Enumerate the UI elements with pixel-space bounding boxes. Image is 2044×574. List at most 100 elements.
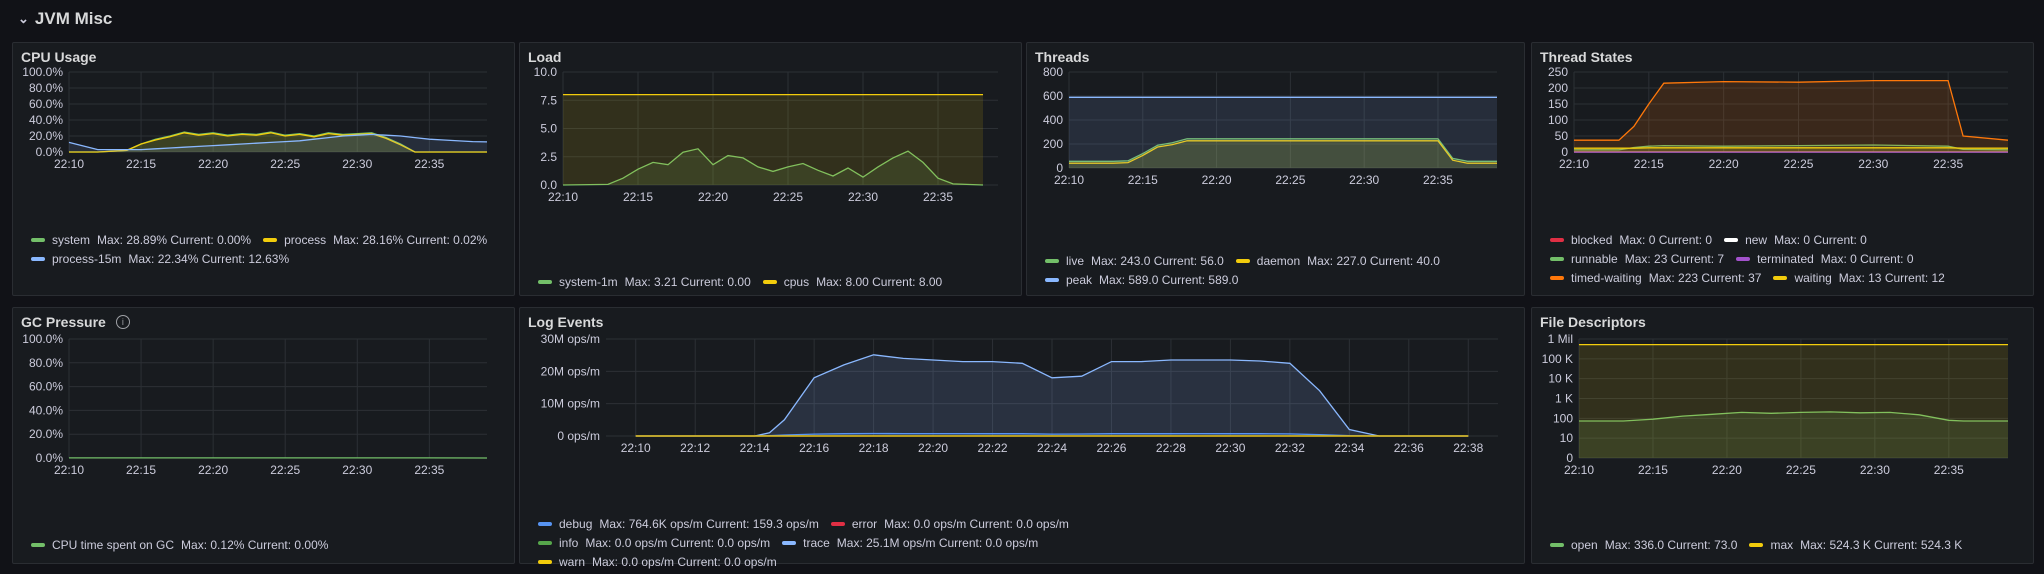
panel-thread-states[interactable]: Thread States 0 50 100 150 200 250 22:10 22:15 2…: [1531, 42, 2034, 296]
legend-name: trace: [803, 536, 830, 550]
legend-swatch: [830, 522, 845, 526]
panel-file-descriptors[interactable]: File Descriptors 0 10 100 1 K 10 K 100 K1 Mil…: [1531, 307, 2034, 564]
x-tick-label: 22:10: [621, 441, 651, 455]
x-tick-label: 22:15: [1634, 157, 1664, 171]
legend-name: daemon: [1256, 254, 1301, 268]
x-tick-label: 22:20: [698, 190, 728, 204]
legend-swatch: [31, 238, 45, 242]
x-tick-label: 22:20: [1202, 173, 1232, 187]
legend-swatch: [31, 257, 45, 261]
x-tick-label: 22:35: [1933, 157, 1963, 171]
legend-item-trace[interactable]: trace Max: 25.1M ops/m Current: 0.0 ops/m: [782, 536, 1038, 550]
y-tick-label: 20.0%: [29, 427, 63, 441]
legend-stats: Max: 0 Current: 0: [1774, 233, 1867, 247]
legend-name: timed-waiting: [1571, 271, 1642, 285]
legend-item-terminated[interactable]: terminated Max: 0 Current: 0: [1736, 252, 1914, 266]
x-tick-label: 22:25: [270, 157, 300, 171]
y-tick-label: 7.5: [540, 93, 557, 107]
x-tick-label: 22:16: [799, 441, 829, 455]
x-tick-label: 22:22: [978, 441, 1008, 455]
y-tick-label: 1 Mil: [1548, 332, 1573, 346]
x-tick-label: 22:30: [1858, 157, 1888, 171]
x-tick-label: 22:20: [198, 463, 228, 477]
legend: system-1m Max: 3.21 Current: 0.00 cpus Max:…: [538, 275, 1018, 289]
y-tick-label: 250: [1548, 65, 1568, 79]
panel-log-events[interactable]: Log Events 0 ops/m 10M ops/m 20M ops/m 30M …: [519, 307, 1525, 569]
legend-name: process: [284, 233, 327, 247]
legend-stats: Max: 227.0 Current: 40.0: [1307, 254, 1440, 268]
legend-item-blocked[interactable]: blocked Max: 0 Current: 0: [1550, 233, 1712, 247]
x-tick-label: 22:30: [1215, 441, 1245, 455]
legend-name: info: [559, 536, 579, 550]
chevron-down-icon[interactable]: ⌄: [18, 11, 29, 27]
legend-stats: Max: 223 Current: 37: [1648, 271, 1762, 285]
legend: blocked Max: 0 Current: 0 new Max: 0 Curren…: [1550, 233, 2030, 285]
legend-item-daemon[interactable]: daemon Max: 227.0 Current: 40.0: [1235, 254, 1440, 268]
legend-stats: Max: 28.16% Current: 0.02%: [333, 233, 488, 247]
legend-swatch: [538, 280, 552, 284]
y-tick-label: 20M ops/m: [541, 364, 600, 378]
legend-item-waiting[interactable]: waiting Max: 13 Current: 12: [1773, 271, 1945, 285]
legend-item-system[interactable]: system Max: 28.89% Current: 0.00%: [31, 233, 251, 247]
legend-item-live[interactable]: live Max: 243.0 Current: 56.0: [1045, 254, 1224, 268]
legend-stats: Max: 0 Current: 0: [1820, 252, 1914, 266]
y-tick-label: 80.0%: [29, 356, 63, 370]
legend-item-new[interactable]: new Max: 0 Current: 0: [1724, 233, 1867, 247]
x-tick-label: 22:26: [1096, 441, 1126, 455]
panel-cpu-usage[interactable]: CPU Usage 0.0% 20.0% 40.0% 60.0% 80.0% 100.0%…: [12, 42, 515, 296]
x-tick-label: 22:36: [1394, 441, 1424, 455]
legend-item-open[interactable]: open Max: 336.0 Current: 73.0: [1550, 538, 1737, 552]
legend-stats: Max: 336.0 Current: 73.0: [1604, 538, 1738, 552]
legend-item-peak[interactable]: peak Max: 589.0 Current: 589.0: [1045, 273, 1238, 287]
legend-item-warn[interactable]: warn Max: 0.0 ops/m Current: 0.0 ops/m: [538, 555, 777, 569]
panel-load[interactable]: Load 0.0 2.5 5.0 7.5 10.0 22:10 22:15 22:20 22:2…: [519, 42, 1022, 296]
row-header-jvm-misc[interactable]: ⌄ JVM Misc: [18, 6, 112, 32]
legend-swatch: [1736, 257, 1751, 261]
legend-name: CPU time spent on GC: [52, 538, 175, 552]
x-tick-label: 22:15: [126, 463, 156, 477]
legend: debug Max: 764.6K ops/m Current: 159.3 op…: [538, 517, 1258, 569]
legend-item-process[interactable]: process Max: 28.16% Current: 0.02%: [263, 233, 487, 247]
legend-item-error[interactable]: error Max: 0.0 ops/m Current: 0.0 ops/m: [830, 517, 1069, 531]
x-tick-label: 22:15: [1638, 463, 1668, 477]
row-title: JVM Misc: [34, 9, 113, 28]
y-tick-label: 200: [1548, 81, 1568, 95]
legend-item-system-1m[interactable]: system-1m Max: 3.21 Current: 0.00: [538, 275, 751, 289]
x-tick-label: 22:35: [414, 157, 444, 171]
legend-name: cpus: [783, 275, 810, 289]
panel-threads[interactable]: Threads 0 200 400 600 800 22:10 22:15 22:20 22:2…: [1026, 42, 1525, 296]
legend-item-info[interactable]: info Max: 0.0 ops/m Current: 0.0 ops/m: [538, 536, 770, 550]
x-tick-label: 22:14: [740, 441, 770, 455]
legend-item-cpu-time-spent-on-gc[interactable]: CPU time spent on GC Max: 0.12% Current: …: [31, 538, 328, 552]
y-tick-label: 30M ops/m: [541, 332, 600, 346]
y-tick-label: 800: [1043, 65, 1063, 79]
x-tick-label: 22:30: [342, 463, 372, 477]
x-tick-label: 22:10: [1564, 463, 1594, 477]
x-tick-label: 22:25: [1783, 157, 1813, 171]
x-tick-label: 22:25: [1786, 463, 1816, 477]
legend-item-timed-waiting[interactable]: timed-waiting Max: 223 Current: 37: [1550, 271, 1761, 285]
legend-swatch: [762, 280, 777, 284]
legend-name: new: [1745, 233, 1768, 247]
legend-item-cpus[interactable]: cpus Max: 8.00 Current: 8.00: [762, 275, 942, 289]
legend-item-debug[interactable]: debug Max: 764.6K ops/m Current: 159.3 op…: [538, 517, 819, 531]
x-tick-label: 22:20: [918, 441, 948, 455]
legend-name: blocked: [1571, 233, 1613, 247]
legend-stats: Max: 25.1M ops/m Current: 0.0 ops/m: [836, 536, 1039, 550]
x-tick-label: 22:10: [54, 463, 84, 477]
legend-name: max: [1770, 538, 1794, 552]
panel-gc-pressure[interactable]: GC Pressure i 0.0% 20.0% 40.0% 60.0% 80.0% 100…: [12, 307, 515, 564]
gc-pressure-chart: 0.0%20.0%40.0%60.0%80.0%100.0%22:10 22:15…: [22, 332, 488, 477]
legend-item-process-15m[interactable]: process-15m Max: 22.34% Current: 12.63%: [31, 252, 289, 266]
legend-stats: Max: 13 Current: 12: [1838, 271, 1945, 285]
legend-item-max[interactable]: max Max: 524.3 K Current: 524.3 K: [1749, 538, 1962, 552]
x-tick-label: 22:10: [1054, 173, 1084, 187]
legend-swatch: [1550, 238, 1564, 242]
legend-stats: Max: 0.0 ops/m Current: 0.0 ops/m: [884, 517, 1069, 531]
series-area-cpus: [563, 94, 983, 185]
y-tick-label: 80.0%: [29, 81, 63, 95]
legend-name: debug: [559, 517, 593, 531]
legend-swatch: [1773, 276, 1788, 280]
x-tick-label: 22:35: [414, 463, 444, 477]
legend-item-runnable[interactable]: runnable Max: 23 Current: 7: [1550, 252, 1724, 266]
